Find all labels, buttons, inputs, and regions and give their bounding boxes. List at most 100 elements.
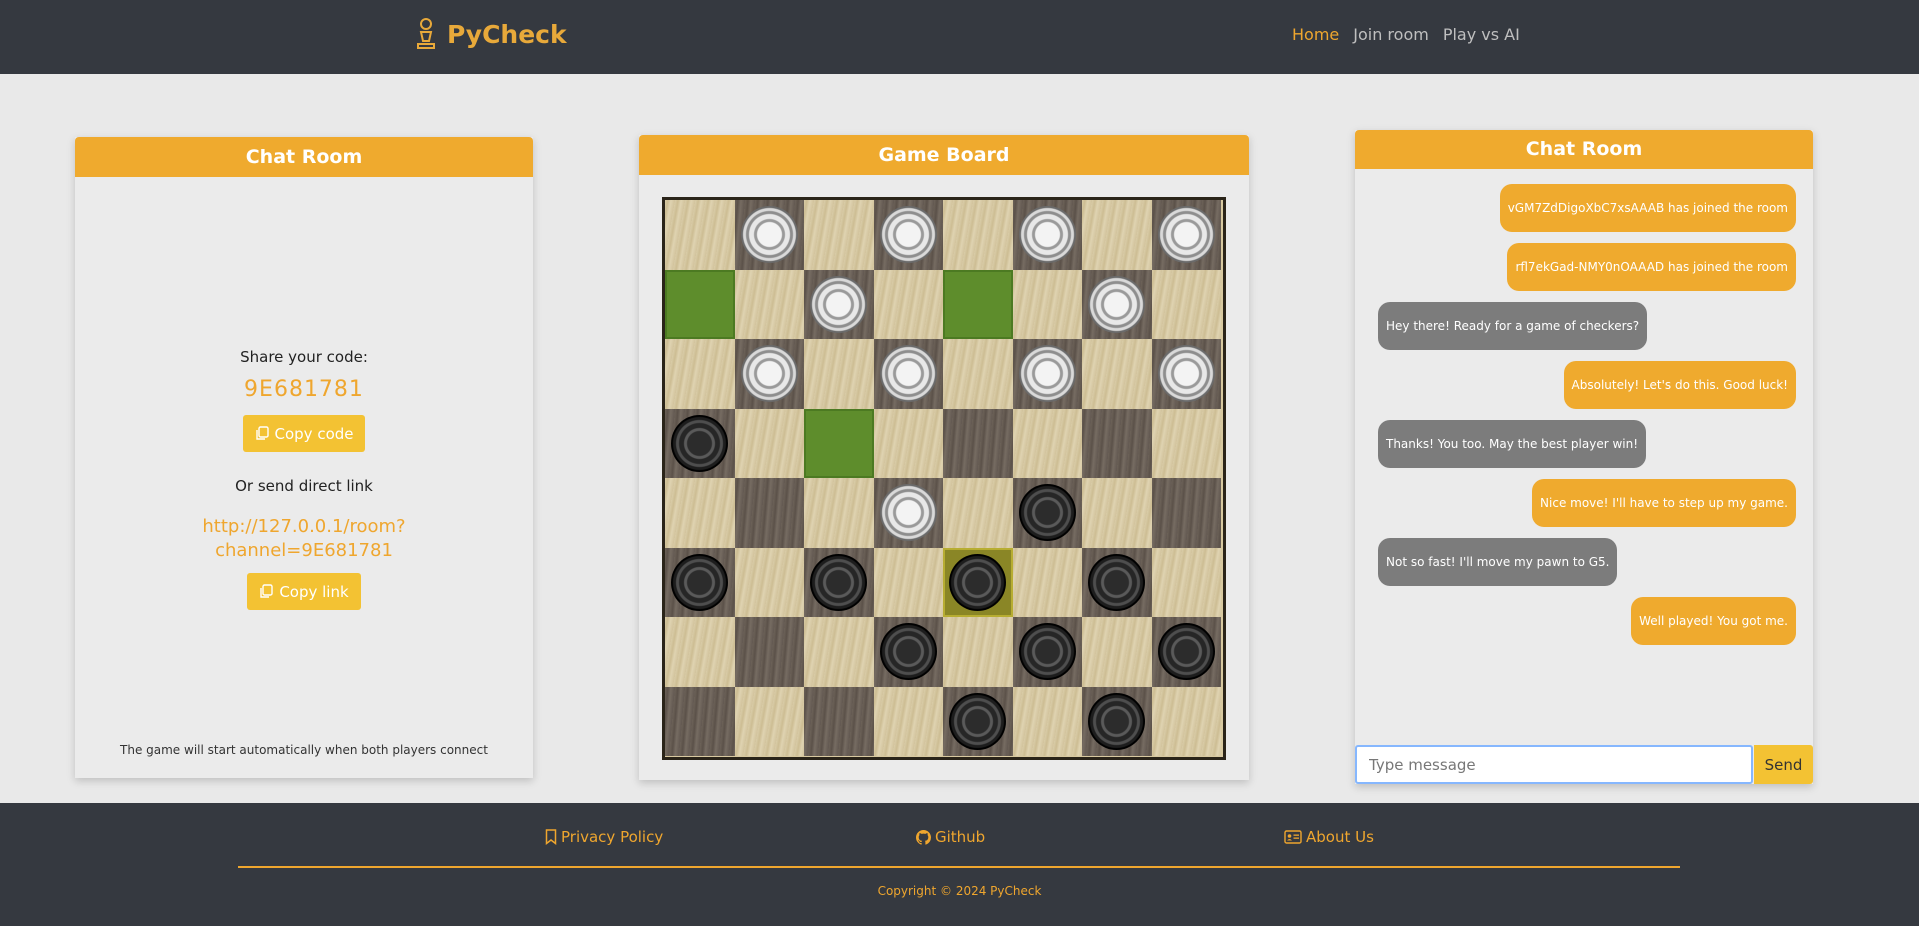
board-square[interactable] [873, 269, 943, 339]
board-square[interactable] [1082, 269, 1152, 339]
github-link[interactable]: Github [916, 828, 985, 846]
white-checker-piece[interactable] [740, 345, 798, 402]
board-square[interactable] [665, 200, 735, 270]
board-square[interactable] [804, 547, 874, 617]
board-square[interactable] [804, 617, 874, 687]
board-square[interactable] [873, 686, 943, 756]
board-square[interactable] [943, 478, 1013, 548]
white-checker-piece[interactable] [1088, 275, 1145, 333]
board-square[interactable] [665, 547, 735, 617]
chat-message-input[interactable] [1355, 745, 1753, 784]
board-square[interactable] [873, 200, 943, 270]
share-code-label: Share your code: [240, 348, 368, 366]
black-checker-piece[interactable] [879, 623, 937, 680]
board-square[interactable] [734, 269, 804, 339]
black-checker-piece[interactable] [1018, 623, 1076, 680]
board-square[interactable] [665, 408, 735, 478]
board-square[interactable] [1082, 200, 1152, 270]
board-square[interactable] [1151, 617, 1221, 687]
black-checker-piece[interactable] [949, 553, 1006, 611]
board-square[interactable] [734, 339, 804, 409]
board-square[interactable] [734, 478, 804, 548]
white-checker-piece[interactable] [740, 206, 798, 263]
board-square[interactable] [943, 269, 1013, 339]
board-square[interactable] [1082, 339, 1152, 409]
room-link[interactable]: http://127.0.0.1/room? channel=9E681781 [75, 515, 533, 563]
copy-link-button[interactable]: Copy link [247, 573, 361, 610]
board-square[interactable] [873, 339, 943, 409]
white-checker-piece[interactable] [1018, 206, 1076, 263]
board-square[interactable] [734, 617, 804, 687]
nav-home-link[interactable]: Home [1292, 25, 1339, 44]
board-square[interactable] [1151, 547, 1221, 617]
board-square[interactable] [665, 617, 735, 687]
board-square[interactable] [1151, 339, 1221, 409]
white-checker-piece[interactable] [879, 345, 937, 402]
white-checker-piece[interactable] [1018, 345, 1076, 402]
board-square[interactable] [665, 269, 735, 339]
board-square[interactable] [804, 686, 874, 756]
board-square[interactable] [943, 617, 1013, 687]
board-square[interactable] [1082, 478, 1152, 548]
board-square[interactable] [1151, 408, 1221, 478]
board-square[interactable] [873, 478, 943, 548]
board-square[interactable] [734, 686, 804, 756]
brand-link[interactable]: PyCheck [413, 17, 567, 51]
board-square[interactable] [734, 200, 804, 270]
white-checker-piece[interactable] [810, 275, 867, 333]
white-checker-piece[interactable] [1157, 206, 1215, 263]
nav-join-room-link[interactable]: Join room [1353, 25, 1429, 44]
board-square[interactable] [873, 617, 943, 687]
board-square[interactable] [734, 408, 804, 478]
board-square[interactable] [873, 408, 943, 478]
board-square[interactable] [1012, 547, 1082, 617]
board-square[interactable] [1012, 200, 1082, 270]
board-square[interactable] [943, 408, 1013, 478]
copy-code-button[interactable]: Copy code [243, 415, 365, 452]
board-square[interactable] [1012, 686, 1082, 756]
board-square[interactable] [1082, 547, 1152, 617]
board-square[interactable] [1082, 617, 1152, 687]
board-square[interactable] [804, 269, 874, 339]
black-checker-piece[interactable] [810, 553, 867, 611]
send-button[interactable]: Send [1754, 745, 1813, 784]
black-checker-piece[interactable] [1018, 484, 1076, 541]
board-square[interactable] [1082, 686, 1152, 756]
black-checker-piece[interactable] [949, 692, 1006, 750]
board-square[interactable] [1012, 617, 1082, 687]
board-square[interactable] [1012, 339, 1082, 409]
privacy-policy-link[interactable]: Privacy Policy [545, 828, 663, 846]
board-square[interactable] [1151, 478, 1221, 548]
black-checker-piece[interactable] [1088, 692, 1145, 750]
board-square[interactable] [1012, 408, 1082, 478]
white-checker-piece[interactable] [879, 484, 937, 541]
board-square[interactable] [665, 478, 735, 548]
nav-play-vs-ai-link[interactable]: Play vs AI [1443, 25, 1520, 44]
white-checker-piece[interactable] [879, 206, 937, 263]
board-square[interactable] [1082, 408, 1152, 478]
board-square[interactable] [1151, 686, 1221, 756]
board-square[interactable] [734, 547, 804, 617]
board-square[interactable] [1012, 478, 1082, 548]
board-square[interactable] [1151, 269, 1221, 339]
about-us-link[interactable]: About Us [1284, 828, 1374, 846]
board-square[interactable] [804, 408, 874, 478]
white-checker-piece[interactable] [1157, 345, 1215, 402]
board-square[interactable] [943, 686, 1013, 756]
checkers-board[interactable] [662, 197, 1226, 760]
board-square[interactable] [665, 686, 735, 756]
board-square[interactable] [943, 339, 1013, 409]
board-square[interactable] [804, 339, 874, 409]
board-square[interactable] [804, 200, 874, 270]
board-square[interactable] [1012, 269, 1082, 339]
black-checker-piece[interactable] [671, 414, 728, 472]
black-checker-piece[interactable] [1157, 623, 1215, 680]
board-square[interactable] [943, 547, 1013, 617]
board-square[interactable] [1151, 200, 1221, 270]
board-square[interactable] [873, 547, 943, 617]
black-checker-piece[interactable] [1088, 553, 1145, 611]
board-square[interactable] [665, 339, 735, 409]
black-checker-piece[interactable] [671, 553, 728, 611]
board-square[interactable] [804, 478, 874, 548]
board-square[interactable] [943, 200, 1013, 270]
